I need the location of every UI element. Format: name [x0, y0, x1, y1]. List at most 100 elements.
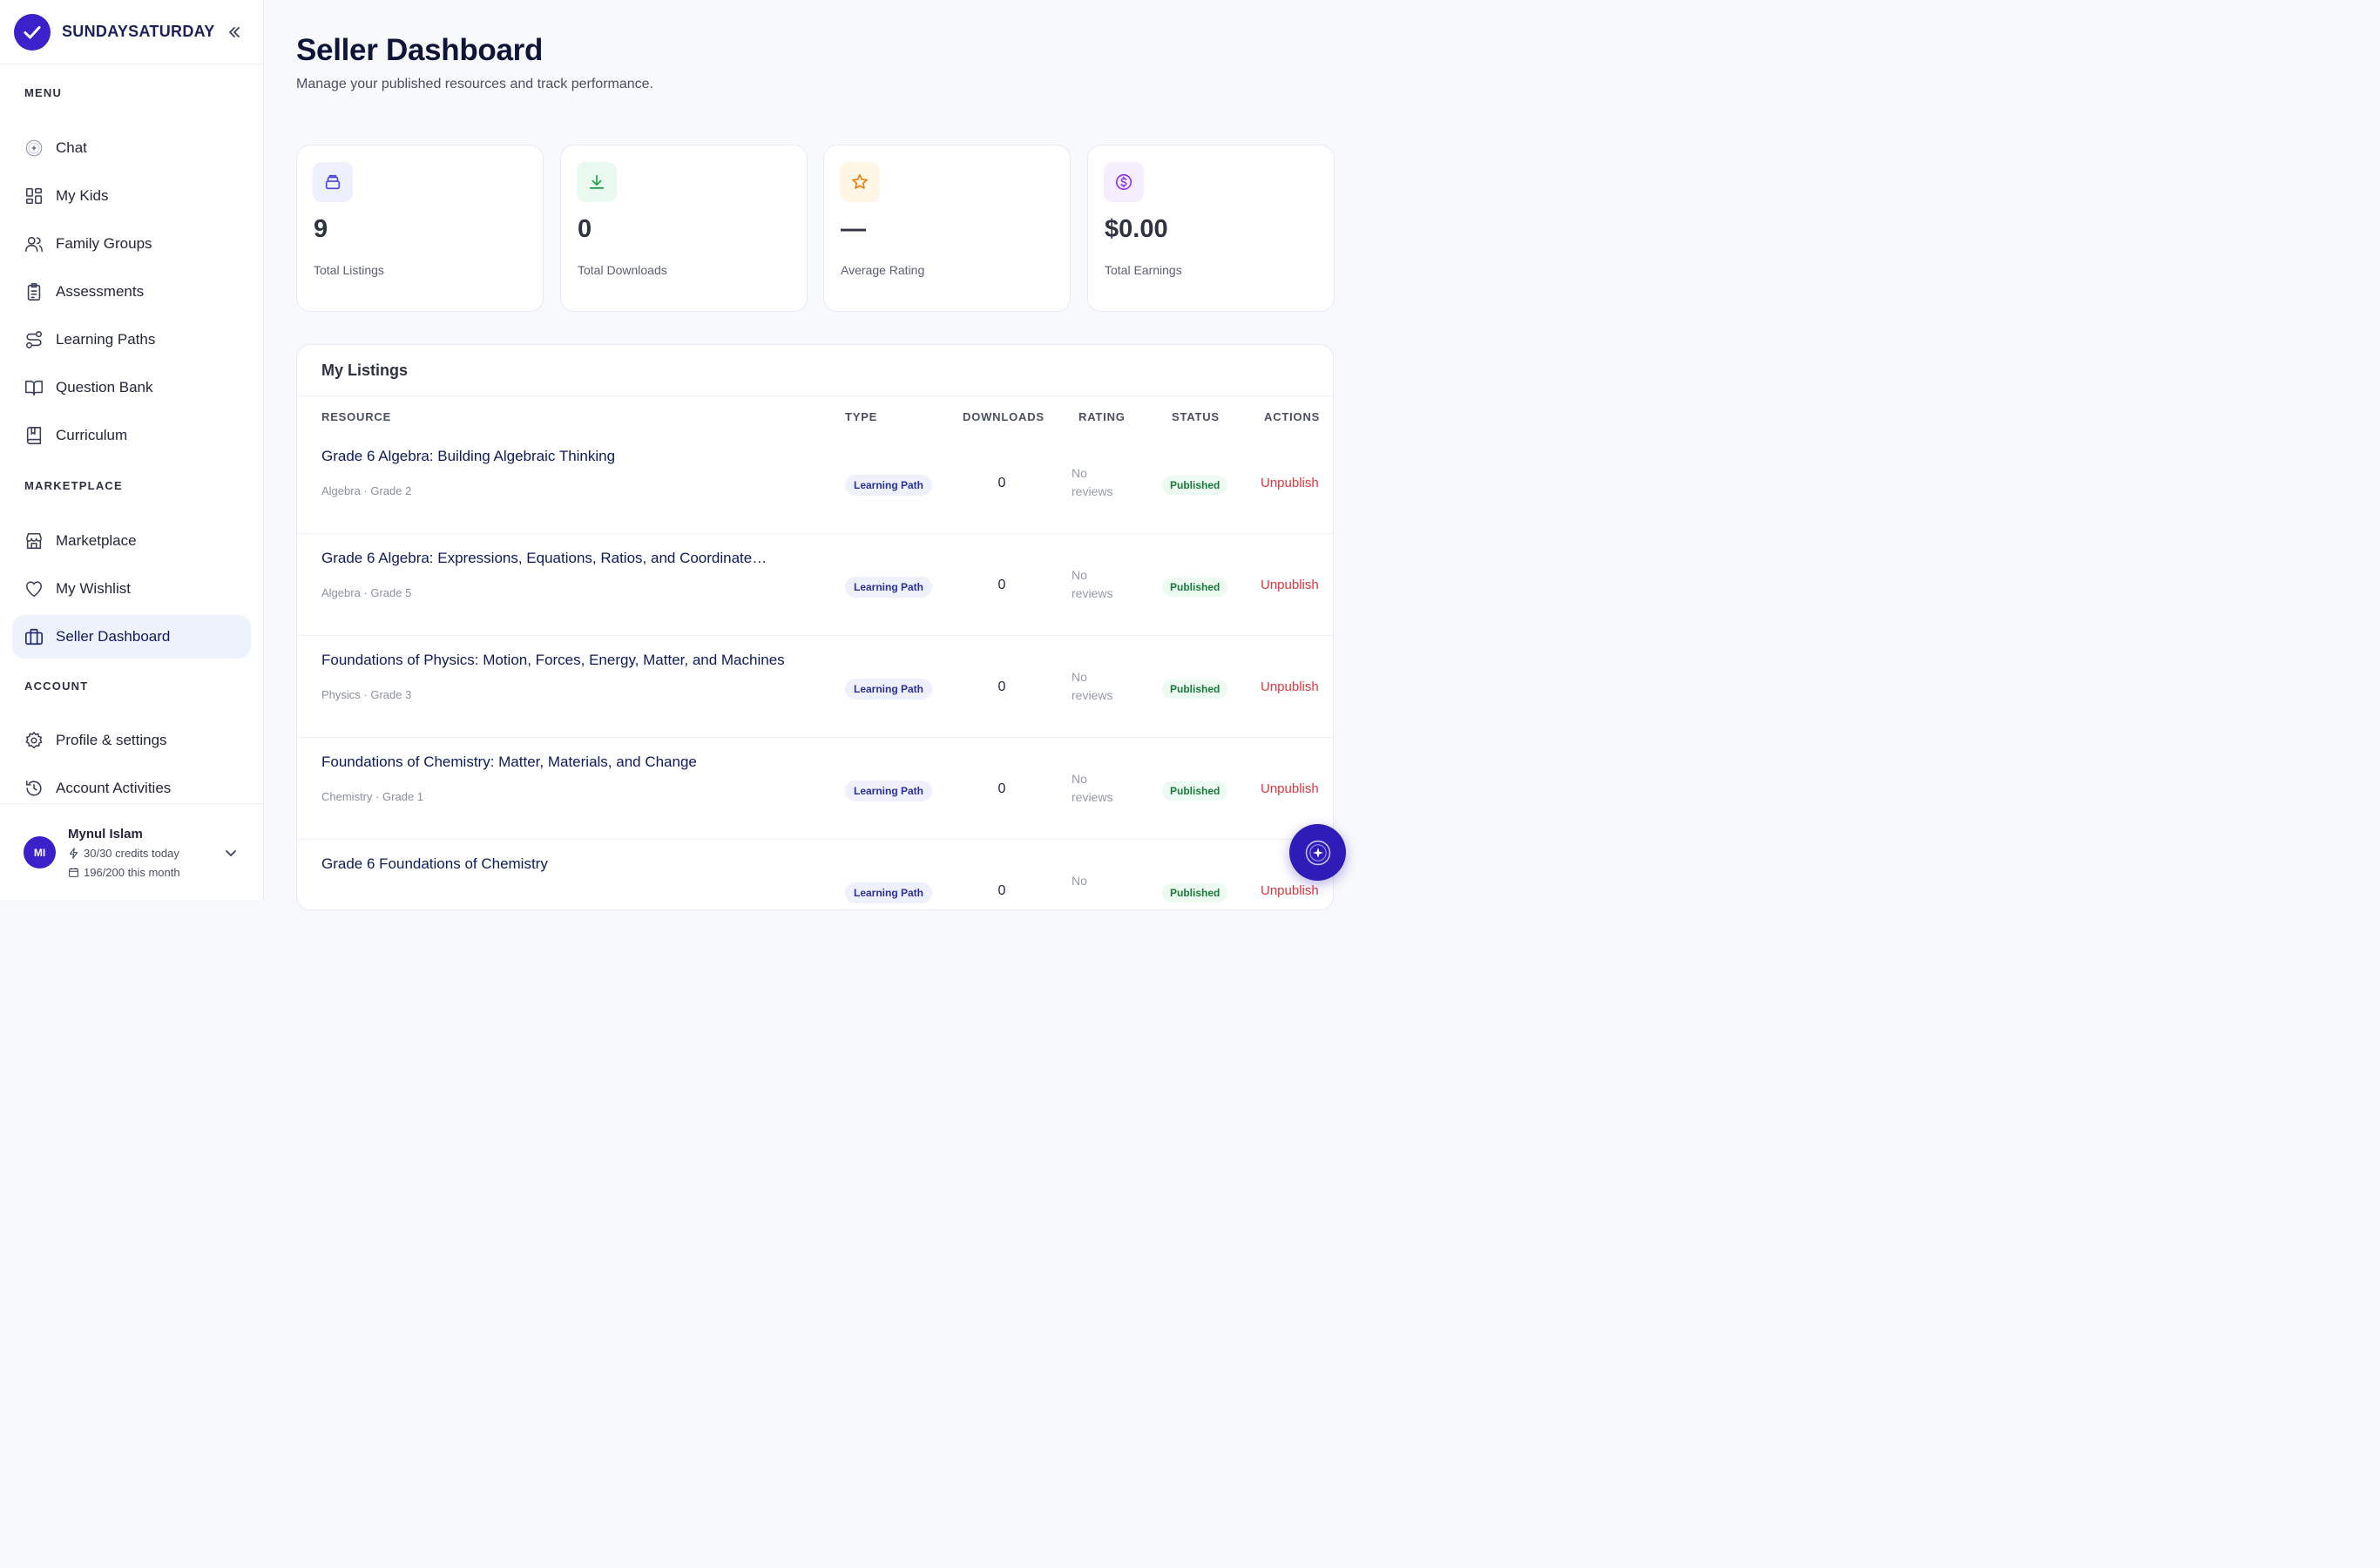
resource-meta: Physics · Grade 3 — [321, 688, 412, 701]
stat-label: Total Listings — [314, 263, 384, 277]
resource-title-link[interactable]: Grade 6 Algebra: Building Algebraic Thin… — [321, 448, 615, 465]
table-row: Foundations of Physics: Motion, Forces, … — [297, 636, 1333, 738]
download-count: 0 — [997, 578, 1006, 592]
status-badge: Published — [1162, 679, 1228, 699]
unpublish-button[interactable]: Unpublish — [1261, 578, 1319, 592]
chevron-down-icon[interactable] — [223, 845, 239, 861]
user-name: Mynul Islam — [68, 827, 143, 841]
download-icon — [577, 162, 617, 202]
sidebar-item-label: Chat — [56, 139, 87, 156]
brand-name: SUNDAYSATURDAY — [62, 23, 215, 40]
sidebar-item-label: Account Activities — [56, 780, 172, 796]
sparkle-circle-icon — [1305, 840, 1330, 865]
sparkle-circle-icon — [25, 139, 43, 157]
sidebar-item-label: Family Groups — [56, 235, 152, 252]
page-title: Seller Dashboard — [296, 33, 544, 67]
chevrons-left-icon — [229, 27, 240, 37]
avatar: MI — [24, 836, 56, 868]
credits-today: 30/30 credits today — [68, 847, 179, 860]
rating-text: No reviews — [1072, 466, 1113, 498]
stat-label: Total Downloads — [578, 263, 667, 277]
column-header-resource: RESOURCE — [321, 410, 392, 423]
unpublish-button[interactable]: Unpublish — [1261, 476, 1319, 490]
clipboard-icon — [27, 283, 41, 301]
sidebar: SUNDAYSATURDAY MENU Chat My Kids Family … — [0, 0, 264, 900]
store-icon — [25, 532, 43, 550]
table-row: Foundations of Chemistry: Matter, Materi… — [297, 738, 1333, 840]
unpublish-button[interactable]: Unpublish — [1261, 781, 1319, 796]
sidebar-item-my-kids[interactable]: My Kids — [12, 174, 251, 218]
resource-title-link[interactable]: Foundations of Physics: Motion, Forces, … — [321, 652, 785, 669]
download-count: 0 — [997, 883, 1006, 898]
sidebar-item-label: Curriculum — [56, 427, 128, 443]
resource-meta: Algebra · Grade 2 — [321, 484, 412, 497]
sidebar-item-question-bank[interactable]: Question Bank — [12, 366, 251, 409]
sidebar-item-learning-paths[interactable]: Learning Paths — [12, 318, 251, 362]
heart-icon — [25, 581, 43, 598]
sidebar-item-label: Profile & settings — [56, 732, 167, 748]
sidebar-item-label: Learning Paths — [56, 331, 156, 348]
check-logo-icon — [14, 13, 51, 51]
bolt-icon — [69, 848, 78, 859]
stat-card-total-downloads: 0 Total Downloads — [560, 145, 808, 312]
sidebar-item-family-groups[interactable]: Family Groups — [12, 222, 251, 266]
credits-today-text: 30/30 credits today — [84, 847, 179, 860]
stat-card-total-listings: 9 Total Listings — [296, 145, 544, 312]
download-count: 0 — [997, 781, 1006, 796]
sidebar-item-my-wishlist[interactable]: My Wishlist — [12, 567, 251, 611]
briefcase-icon — [25, 628, 43, 645]
status-badge: Published — [1162, 781, 1228, 801]
star-icon — [840, 162, 880, 202]
sidebar-item-label: My Kids — [56, 187, 109, 204]
sidebar-item-marketplace[interactable]: Marketplace — [12, 519, 251, 563]
history-icon — [25, 780, 42, 796]
status-badge: Published — [1162, 476, 1228, 495]
rating-text: No — [1072, 874, 1087, 888]
status-badge: Published — [1162, 883, 1228, 902]
resource-title-link[interactable]: Grade 6 Algebra: Expressions, Equations,… — [321, 550, 767, 567]
listings-title: My Listings — [321, 362, 409, 379]
calendar-icon — [69, 868, 78, 877]
route-icon — [25, 331, 43, 348]
status-badge: Published — [1162, 578, 1228, 597]
credits-month-text: 196/200 this month — [84, 866, 180, 879]
download-count: 0 — [997, 476, 1006, 490]
sidebar-item-profile-settings[interactable]: Profile & settings — [12, 719, 251, 762]
gear-icon — [25, 732, 43, 749]
unpublish-button[interactable]: Unpublish — [1261, 883, 1319, 898]
stat-value: $0.00 — [1105, 215, 1168, 243]
sidebar-item-label: Question Bank — [56, 379, 153, 395]
credits-month: 196/200 this month — [68, 866, 180, 879]
stat-label: Average Rating — [841, 263, 925, 277]
resource-title-link[interactable]: Foundations of Chemistry: Matter, Materi… — [321, 754, 697, 771]
type-badge: Learning Path — [845, 475, 933, 496]
type-badge: Learning Path — [845, 882, 933, 903]
column-header-type: TYPE — [845, 410, 878, 423]
table-row: Grade 6 Algebra: Expressions, Equations,… — [297, 534, 1333, 636]
assistant-fab-button[interactable] — [1289, 824, 1346, 881]
sidebar-item-label: My Wishlist — [56, 580, 131, 597]
page-subtitle: Manage your published resources and trac… — [296, 77, 653, 91]
sidebar-item-curriculum[interactable]: Curriculum — [12, 414, 251, 457]
section-label-marketplace: MARKETPLACE — [24, 479, 123, 492]
table-row: Grade 6 Foundations of Chemistry Learnin… — [297, 840, 1333, 909]
sidebar-item-label: Marketplace — [56, 532, 137, 549]
resource-title-link[interactable]: Grade 6 Foundations of Chemistry — [321, 855, 548, 873]
section-label-account: ACCOUNT — [24, 679, 89, 693]
resource-meta: Chemistry · Grade 1 — [321, 790, 424, 803]
stat-value: 0 — [578, 215, 592, 243]
divider — [297, 395, 1333, 396]
dollar-circle-icon — [1104, 162, 1144, 202]
sidebar-item-label: Assessments — [56, 283, 145, 300]
unpublish-button[interactable]: Unpublish — [1261, 679, 1319, 694]
type-badge: Learning Path — [845, 679, 933, 700]
column-header-actions: ACTIONS — [1264, 410, 1321, 423]
sidebar-item-chat[interactable]: Chat — [12, 126, 251, 170]
grid-icon — [25, 187, 43, 205]
sidebar-item-assessments[interactable]: Assessments — [12, 270, 251, 314]
user-menu[interactable]: MI Mynul Islam 30/30 credits today 196/2… — [0, 803, 263, 900]
type-badge: Learning Path — [845, 781, 933, 801]
collapse-sidebar-button[interactable] — [225, 23, 244, 42]
sidebar-item-seller-dashboard[interactable]: Seller Dashboard — [12, 615, 251, 659]
rating-text: No reviews — [1072, 568, 1113, 600]
